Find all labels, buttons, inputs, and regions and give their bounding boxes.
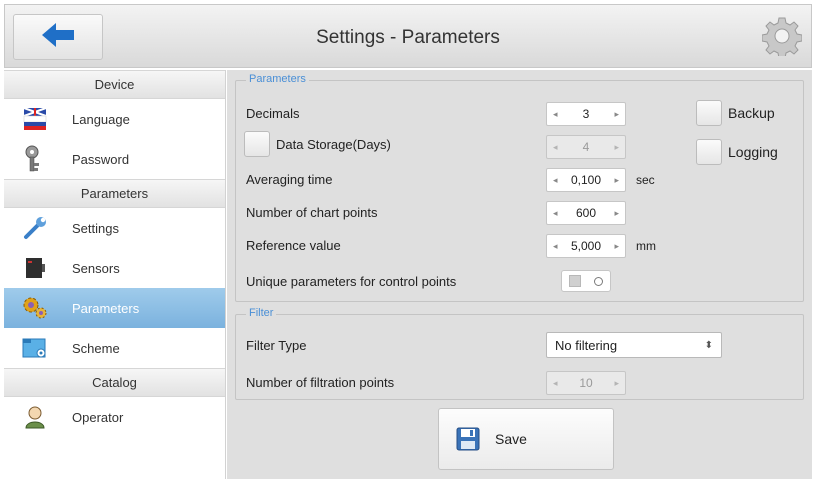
averaging-time-stepper[interactable]: ◂ 0,100 ▸ — [546, 168, 626, 192]
chart-points-stepper[interactable]: ◂ 600 ▸ — [546, 201, 626, 225]
sidebar-item-settings[interactable]: Settings — [4, 208, 225, 248]
data-storage-stepper[interactable]: ◂ 4 ▸ — [546, 135, 626, 159]
toggle-knob — [568, 275, 581, 287]
sidebar-section-parameters: Parameters — [4, 179, 225, 208]
increment-icon[interactable]: ▸ — [614, 241, 619, 252]
sidebar-item-parameters[interactable]: Parameters — [4, 288, 225, 328]
sidebar-item-label: Settings — [72, 220, 119, 236]
header-bar: Settings - Parameters — [4, 4, 812, 68]
sidebar: Device Language Password Parameters Sett… — [4, 70, 226, 479]
reference-value-label: Reference value — [246, 238, 341, 253]
save-button[interactable]: Save — [438, 408, 614, 470]
unique-params-label: Unique parameters for control points — [246, 274, 457, 289]
filtration-points-label: Number of filtration points — [246, 375, 395, 390]
logging-checkbox[interactable] — [696, 139, 722, 165]
logging-label: Logging — [728, 144, 778, 160]
reference-value-unit: mm — [636, 239, 656, 253]
chart-points-value: 600 — [575, 206, 597, 220]
unique-params-toggle[interactable] — [561, 270, 611, 292]
decrement-icon[interactable]: ◂ — [553, 142, 558, 153]
filter-type-select[interactable]: No filtering ⬍ — [546, 332, 722, 358]
averaging-time-label: Averaging time — [246, 172, 333, 187]
main-panel: Parameters Decimals ◂ 3 ▸ Data Storage(D… — [227, 70, 812, 479]
filtration-points-stepper[interactable]: ◂ 10 ▸ — [546, 371, 626, 395]
data-storage-label: Data Storage(Days) — [276, 137, 391, 152]
key-icon — [20, 144, 50, 174]
backup-label: Backup — [728, 105, 775, 121]
increment-icon[interactable]: ▸ — [614, 142, 619, 153]
sidebar-item-label: Sensors — [72, 260, 120, 276]
sidebar-item-label: Language — [72, 111, 130, 127]
sidebar-item-label: Password — [72, 151, 130, 167]
averaging-time-unit: sec — [636, 173, 655, 187]
toggle-off-icon — [594, 276, 604, 286]
sensor-device-icon — [20, 253, 50, 283]
settings-button[interactable] — [759, 15, 805, 61]
decrement-icon[interactable]: ◂ — [553, 378, 558, 389]
sidebar-item-scheme[interactable]: Scheme — [4, 328, 225, 368]
sidebar-item-operator[interactable]: Operator — [4, 397, 225, 437]
group-legend-filter: Filter — [246, 307, 277, 319]
decimals-label: Decimals — [246, 106, 300, 121]
save-label: Save — [495, 431, 527, 447]
scheme-icon — [20, 333, 50, 363]
gear-icon — [761, 16, 803, 61]
sidebar-item-sensors[interactable]: Sensors — [4, 248, 225, 288]
decrement-icon[interactable]: ◂ — [553, 208, 558, 219]
averaging-time-value: 0,100 — [570, 173, 602, 187]
gears-icon — [20, 293, 50, 323]
filtration-points-value: 10 — [579, 376, 593, 390]
parameters-group: Parameters Decimals ◂ 3 ▸ Data Storage(D… — [235, 73, 804, 302]
select-arrows-icon: ⬍ — [704, 339, 713, 351]
decrement-icon[interactable]: ◂ — [553, 175, 558, 186]
sidebar-item-password[interactable]: Password — [4, 139, 225, 179]
reference-value-stepper[interactable]: ◂ 5,000 ▸ — [546, 234, 626, 258]
filter-type-label: Filter Type — [246, 338, 307, 353]
increment-icon[interactable]: ▸ — [614, 378, 619, 389]
wrench-icon — [20, 213, 50, 243]
decimals-value: 3 — [582, 107, 590, 121]
data-storage-checkbox[interactable] — [244, 131, 270, 157]
reference-value-value: 5,000 — [570, 239, 602, 253]
sidebar-section-catalog: Catalog — [4, 368, 225, 397]
user-icon — [20, 402, 50, 432]
sidebar-item-label: Parameters — [72, 300, 140, 316]
decrement-icon[interactable]: ◂ — [553, 109, 558, 120]
sidebar-section-device: Device — [4, 70, 225, 99]
sidebar-item-label: Operator — [72, 409, 124, 425]
chart-points-label: Number of chart points — [246, 205, 378, 220]
decimals-stepper[interactable]: ◂ 3 ▸ — [546, 102, 626, 126]
filter-group: Filter Filter Type No filtering ⬍ Number… — [235, 307, 804, 400]
floppy-disk-icon — [455, 426, 481, 452]
increment-icon[interactable]: ▸ — [614, 208, 619, 219]
sidebar-item-language[interactable]: Language — [4, 99, 225, 139]
increment-icon[interactable]: ▸ — [614, 175, 619, 186]
flag-icon — [20, 104, 50, 134]
page-title: Settings - Parameters — [316, 27, 500, 48]
decrement-icon[interactable]: ◂ — [553, 241, 558, 252]
backup-checkbox[interactable] — [696, 100, 722, 126]
increment-icon[interactable]: ▸ — [614, 109, 619, 120]
data-storage-value: 4 — [582, 140, 590, 154]
sidebar-item-label: Scheme — [72, 340, 120, 356]
filter-type-value: No filtering — [555, 337, 618, 353]
group-legend-parameters: Parameters — [246, 73, 309, 85]
